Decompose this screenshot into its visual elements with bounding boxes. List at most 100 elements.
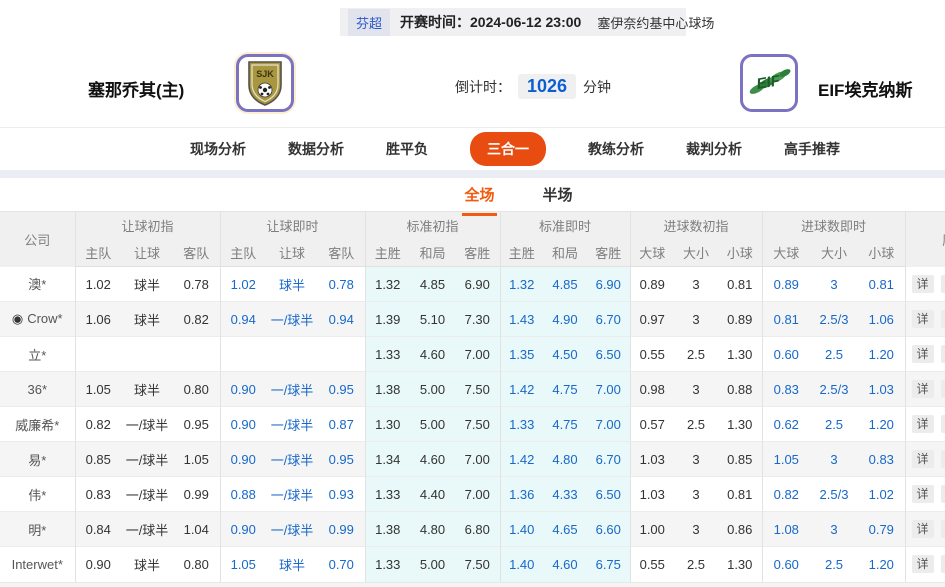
odds-cell: 球半 — [121, 267, 173, 302]
stats-button[interactable]: 统 — [941, 345, 945, 363]
nav-coach-analysis[interactable]: 教练分析 — [588, 139, 644, 159]
nav-three-in-one[interactable]: 三合一 — [470, 132, 546, 166]
detail-button[interactable]: 详 — [912, 450, 934, 468]
odds-cell: 4.60 — [410, 337, 455, 372]
company-cell[interactable]: 威廉希* — [0, 407, 75, 442]
odds-cell: 1.02 — [858, 477, 905, 512]
group-standard-live: 标准即时 — [500, 212, 630, 240]
odds-cell: 1.30 — [365, 407, 410, 442]
odds-cell: 1.38 — [365, 512, 410, 547]
odds-cell — [173, 337, 220, 372]
subcol-header: 主队 — [220, 240, 266, 267]
detail-button[interactable]: 详 — [912, 415, 934, 433]
detail-button[interactable]: 详 — [912, 520, 934, 538]
odds-cell: 0.78 — [173, 267, 220, 302]
company-cell[interactable]: 伟* — [0, 477, 75, 512]
odds-cell: 0.55 — [630, 337, 674, 372]
company-name: 威廉希* — [15, 418, 59, 433]
odds-cell: 1.06 — [75, 302, 121, 337]
odds-cell: 0.95 — [173, 407, 220, 442]
company-name: 伟* — [28, 488, 46, 503]
odds-cell: 一/球半 — [266, 442, 318, 477]
stats-button[interactable]: 统 — [941, 450, 945, 468]
subcol-header: 大小 — [810, 240, 858, 267]
odds-cell: 4.80 — [543, 442, 587, 477]
actions-cell: 详统 — [905, 512, 945, 547]
odds-cell: 一/球半 — [121, 477, 173, 512]
odds-cell: 1.03 — [858, 372, 905, 407]
divider-band — [0, 170, 945, 178]
subcol-header: 和局 — [410, 240, 455, 267]
odds-cell: 0.90 — [220, 442, 266, 477]
odds-cell: 一/球半 — [266, 477, 318, 512]
subcol-header: 和局 — [543, 240, 587, 267]
company-name: 澳* — [28, 277, 46, 292]
home-team-name: 塞那乔其(主) — [88, 76, 184, 101]
countdown-value: 1026 — [518, 74, 576, 99]
detail-button[interactable]: 详 — [912, 310, 934, 328]
stats-button[interactable]: 统 — [941, 275, 945, 293]
company-cell[interactable]: 36* — [0, 372, 75, 407]
odds-cell: 1.05 — [762, 442, 810, 477]
odds-cell: 0.60 — [762, 337, 810, 372]
odds-cell: 2.5 — [674, 547, 718, 582]
league-badge[interactable]: 芬超 — [348, 9, 390, 36]
stats-button[interactable]: 统 — [941, 555, 945, 573]
odds-cell: 1.20 — [858, 547, 905, 582]
odds-cell: 4.60 — [543, 547, 587, 582]
period-subtabs: 全场 半场 — [0, 178, 945, 211]
nav-live-analysis[interactable]: 现场分析 — [190, 139, 246, 159]
tab-full-match[interactable]: 全场 — [462, 182, 496, 216]
odds-cell: 0.78 — [318, 267, 365, 302]
odds-cell: 0.89 — [718, 302, 762, 337]
company-cell[interactable]: Interwet* — [0, 547, 75, 582]
company-cell[interactable]: 立* — [0, 337, 75, 372]
odds-cell: 1.30 — [718, 337, 762, 372]
stats-button[interactable]: 统 — [941, 310, 945, 328]
company-cell[interactable]: 澳* — [0, 267, 75, 302]
nav-data-analysis[interactable]: 数据分析 — [288, 139, 344, 159]
stats-button[interactable]: 统 — [941, 380, 945, 398]
odds-cell: 1.42 — [500, 442, 543, 477]
detail-button[interactable]: 详 — [912, 485, 934, 503]
eif-leaf-icon: EIF — [745, 63, 793, 103]
home-team-logo: SJK — [234, 52, 296, 114]
detail-button[interactable]: 详 — [912, 555, 934, 573]
odds-cell: 6.80 — [455, 512, 500, 547]
odds-cell: 3 — [674, 442, 718, 477]
nav-win-draw-lose[interactable]: 胜平负 — [386, 139, 428, 159]
subcol-header: 小球 — [858, 240, 905, 267]
odds-cell: 1.05 — [173, 442, 220, 477]
nav-expert-picks[interactable]: 高手推荐 — [784, 139, 840, 159]
detail-button[interactable]: 详 — [912, 275, 934, 293]
odds-cell: 1.40 — [500, 547, 543, 582]
odds-cell: 0.82 — [173, 302, 220, 337]
stats-button[interactable]: 统 — [941, 415, 945, 433]
stats-button[interactable]: 统 — [941, 485, 945, 503]
detail-button[interactable]: 详 — [912, 345, 934, 363]
odds-cell: 0.86 — [718, 512, 762, 547]
odds-cell: 7.00 — [455, 442, 500, 477]
nav-referee-analysis[interactable]: 裁判分析 — [686, 139, 742, 159]
odds-cell: 1.32 — [365, 267, 410, 302]
company-cell[interactable]: 易* — [0, 442, 75, 477]
company-cell[interactable]: ◉Crow* — [0, 302, 75, 337]
detail-button[interactable]: 详 — [912, 380, 934, 398]
odds-cell: 0.85 — [718, 442, 762, 477]
odds-cell: 4.90 — [543, 302, 587, 337]
odds-cell: 1.33 — [365, 477, 410, 512]
odds-cell: 1.33 — [365, 337, 410, 372]
company-cell[interactable]: 明* — [0, 512, 75, 547]
odds-cell: 1.03 — [630, 442, 674, 477]
group-goals-init: 进球数初指 — [630, 212, 762, 240]
odds-cell: 1.00 — [630, 512, 674, 547]
tab-half-match[interactable]: 半场 — [541, 182, 575, 213]
odds-cell: 1.33 — [500, 407, 543, 442]
svg-text:EIF: EIF — [755, 72, 782, 93]
odds-cell: 一/球半 — [121, 512, 173, 547]
odds-cell: 0.60 — [762, 547, 810, 582]
kickoff-time: 开赛时间：2024-06-12 23:00 — [400, 12, 581, 32]
actions-cell: 详统 — [905, 302, 945, 337]
stats-button[interactable]: 统 — [941, 520, 945, 538]
countdown-unit: 分钟 — [583, 77, 611, 97]
